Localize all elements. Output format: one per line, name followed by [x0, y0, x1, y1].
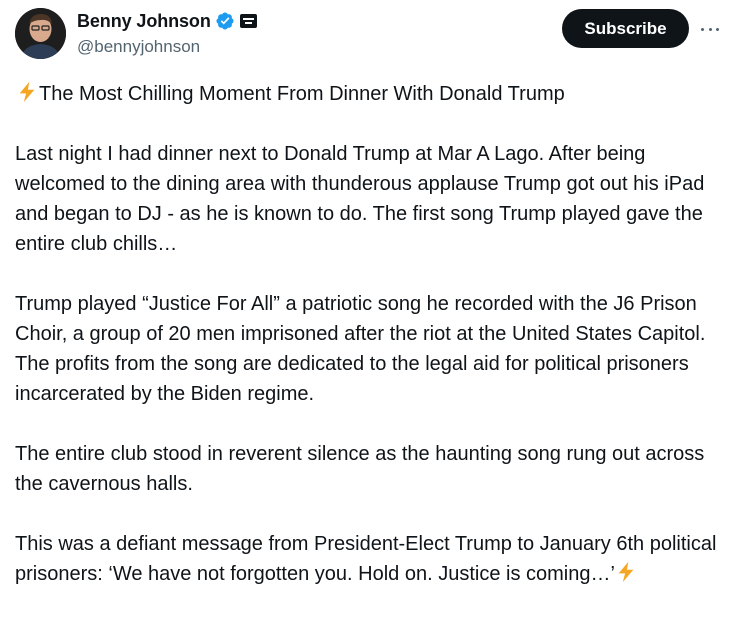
author-info: Benny Johnson @bennyjohnson: [77, 9, 257, 57]
high-voltage-emoji: [19, 81, 35, 103]
tweet-paragraph: Last night I had dinner next to Donald T…: [15, 143, 705, 255]
tweet-text: The Most Chilling Moment From Dinner Wit…: [15, 79, 720, 589]
name-row: Benny Johnson: [77, 9, 257, 33]
avatar[interactable]: [15, 8, 66, 59]
high-voltage-emoji: [618, 561, 634, 583]
tweet-title-text: The Most Chilling Moment From Dinner Wit…: [39, 83, 565, 105]
dot: [716, 27, 719, 31]
more-options-icon[interactable]: [697, 20, 723, 38]
affiliation-badge-icon[interactable]: [239, 14, 257, 28]
tweet-paragraph: The entire club stood in reverent silenc…: [15, 443, 705, 495]
dot: [708, 27, 712, 31]
tweet: Benny Johnson @bennyjohnson Subscribe Th…: [0, 0, 732, 620]
profile-photo: [15, 8, 66, 59]
tweet-paragraph: Trump played “Justice For All” a patriot…: [15, 293, 706, 405]
tweet-closing: This was a defiant message from Presiden…: [15, 529, 720, 589]
dot: [701, 27, 704, 31]
tweet-title: The Most Chilling Moment From Dinner Wit…: [15, 79, 720, 109]
verified-checkmark-icon[interactable]: [215, 11, 235, 31]
display-name[interactable]: Benny Johnson: [77, 11, 211, 32]
tweet-paragraph: This was a defiant message from Presiden…: [15, 533, 717, 585]
subscribe-button[interactable]: Subscribe: [562, 9, 689, 48]
handle[interactable]: @bennyjohnson: [77, 37, 257, 57]
